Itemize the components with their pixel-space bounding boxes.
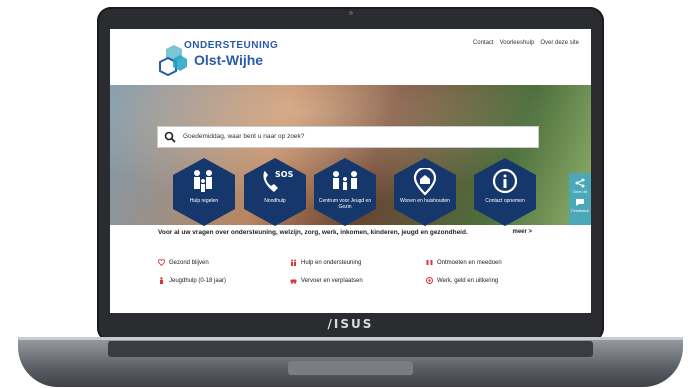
laptop-lid: ONDERSTEUNING Olst-Wijhe Contact Voorlee… [97, 7, 604, 342]
keyboard [108, 341, 593, 357]
coins-icon [426, 277, 433, 284]
tile-label: Hulp regelen [189, 198, 219, 204]
tile-label: Noodhulp [264, 198, 286, 204]
category-jeugdhulp[interactable]: Jeugdhulp (0-18 jaar) [158, 277, 226, 284]
touchpad [288, 361, 413, 375]
category-vervoer-verplaatsen[interactable]: Vervoer en verplaatsen [290, 277, 363, 284]
tile-label: Contact opnemen [485, 198, 525, 204]
children-icon [160, 277, 163, 284]
laptop-brand-logo: /ISUS [327, 317, 374, 331]
svg-text:SOS: SOS [275, 170, 294, 179]
feedback-label[interactable]: Feedback [569, 208, 591, 213]
logo-line2: Olst-Wijhe [194, 52, 264, 68]
category-ontmoeten-meedoen[interactable]: Ontmoeten en meedoen [426, 259, 502, 266]
tile-wonen-huishouden[interactable]: Wonen en huishouden [394, 158, 456, 226]
people-icon [291, 259, 296, 266]
tile-label: Centrum voor Jeugd en Gezin [318, 198, 372, 210]
feedback-icon[interactable] [575, 198, 585, 207]
share-label[interactable]: Deel dit [569, 189, 591, 194]
category-hulp-ondersteuning[interactable]: Hulp en ondersteuning [290, 259, 361, 266]
share-icon[interactable] [575, 178, 585, 188]
family-icon [333, 171, 357, 190]
category-werk-geld-uitkering[interactable]: Werk, geld en uitkering [426, 277, 498, 284]
tile-hulp-regelen[interactable]: Hulp regelen [173, 158, 235, 226]
tile-noodhulp[interactable]: SOS Noodhulp [244, 158, 306, 226]
info-icon [492, 168, 518, 194]
family-icon [194, 170, 212, 192]
search-box[interactable]: Goedemiddag, waar bent u naar op zoek? [157, 126, 539, 148]
nav-over-deze-site[interactable]: Over deze site [540, 40, 579, 46]
intro-text: Voor al uw vragen over ondersteuning, we… [158, 229, 468, 236]
heart-icon [158, 259, 165, 266]
top-nav: Contact Voorleeshulp Over deze site [473, 40, 579, 46]
home-pin-icon [413, 168, 437, 196]
search-input[interactable]: Goedemiddag, waar bent u naar op zoek? [183, 133, 304, 140]
search-icon[interactable] [164, 131, 176, 143]
site-logo[interactable]: ONDERSTEUNING Olst-Wijhe [158, 37, 288, 77]
logo-line1: ONDERSTEUNING [184, 40, 279, 51]
nav-contact[interactable]: Contact [473, 40, 494, 46]
webcam [348, 11, 353, 15]
phone-sos-icon: SOS [263, 170, 294, 192]
car-icon [290, 279, 297, 284]
category-gezond-blijven[interactable]: Gezond blijven [158, 259, 209, 266]
meeting-icon [426, 260, 433, 265]
hinge [18, 337, 683, 340]
tile-row: Hulp regelen SOS Noodhulp Centrum voor J… [110, 158, 591, 228]
tile-centrum-jeugd-gezin[interactable]: Centrum voor Jeugd en Gezin [314, 158, 376, 226]
site-header: ONDERSTEUNING Olst-Wijhe Contact Voorlee… [110, 29, 591, 85]
nav-voorleeshulp[interactable]: Voorleeshulp [500, 40, 535, 46]
laptop-base [18, 337, 683, 387]
hero-banner: Goedemiddag, waar bent u naar op zoek? H… [110, 85, 591, 228]
intro-more-link[interactable]: meer > [512, 229, 532, 235]
laptop-screen: ONDERSTEUNING Olst-Wijhe Contact Voorlee… [110, 29, 591, 313]
intro-bar: Voor al uw vragen over ondersteuning, we… [158, 226, 538, 243]
tile-label: Wonen en huishouden [400, 198, 450, 204]
side-share-bar: Deel dit Feedback [569, 173, 591, 225]
tile-contact-opnemen[interactable]: Contact opnemen [474, 158, 536, 226]
